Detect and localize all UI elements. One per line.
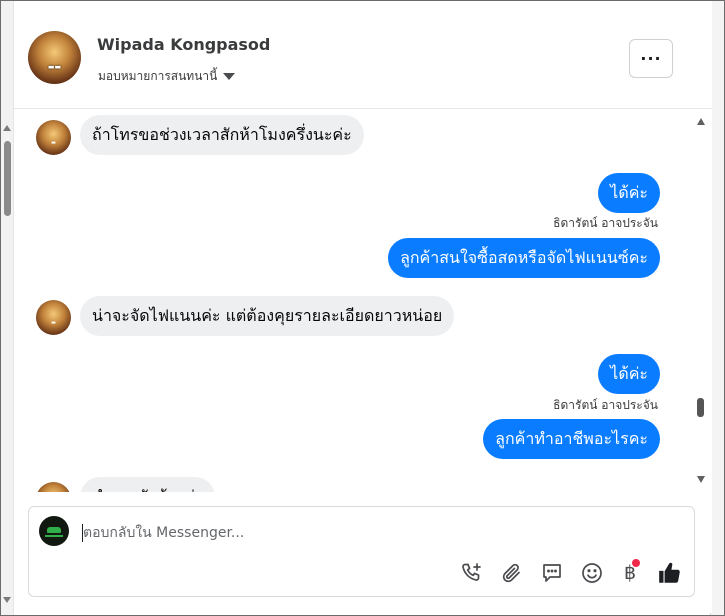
incoming-message[interactable]: ทำงานรับจ้างค่ะ	[80, 477, 216, 492]
scroll-up-arrow-icon[interactable]	[697, 118, 705, 125]
incoming-message[interactable]: ถ้าโทรขอช่วงเวลาสักห้าโมงครึ่งนะค่ะ	[80, 115, 364, 155]
avatar-stamp-graphic: ▬▬	[47, 63, 62, 71]
assign-conversation-dropdown[interactable]: มอบหมายการสนทนานี้	[98, 67, 236, 86]
contact-avatar[interactable]: ▬▬	[28, 31, 81, 84]
more-options-icon: ···	[640, 48, 662, 68]
notification-dot	[632, 559, 640, 567]
thread-scrollbar[interactable]	[694, 110, 708, 492]
incoming-message[interactable]: น่าจะจัดไฟแนนค่ะ แต่ต้องคุยรายละเอียดยาว…	[80, 296, 455, 336]
outer-scroll-thumb[interactable]	[4, 141, 11, 216]
contact-avatar-small: ▬	[36, 120, 71, 155]
paperclip-icon[interactable]	[499, 560, 525, 586]
page-avatar	[39, 516, 69, 546]
composer-toolbar: ฿	[459, 559, 685, 586]
sender-name: ธิดารัตน์ อาจประจัน	[553, 398, 658, 412]
messenger-window: ▬▬ Wipada Kongpasod มอบหมายการสนทนานี้ ·…	[0, 0, 725, 616]
saved-reply-icon[interactable]	[539, 560, 565, 586]
reply-input[interactable]	[83, 522, 643, 544]
assign-label: มอบหมายการสนทนานี้	[98, 69, 218, 83]
thread-scroll-thumb[interactable]	[697, 398, 704, 417]
outgoing-message[interactable]: ได้ค่ะ	[598, 173, 660, 213]
scroll-up-arrow-icon[interactable]	[3, 125, 11, 131]
phone-plus-icon[interactable]	[459, 560, 485, 586]
car-logo-icon	[47, 527, 61, 533]
contact-name[interactable]: Wipada Kongpasod	[97, 35, 270, 54]
contact-avatar-small: ▬	[36, 300, 71, 335]
right-edge	[710, 1, 724, 615]
emoji-icon[interactable]	[579, 560, 605, 586]
conversation-header: ▬▬ Wipada Kongpasod มอบหมายการสนทนานี้ ·…	[14, 1, 712, 109]
scroll-down-arrow-icon[interactable]	[697, 476, 705, 483]
thumbs-up-icon[interactable]	[657, 560, 683, 586]
outgoing-message[interactable]: ลูกค้าทำอาชีพอะไรคะ	[483, 419, 660, 459]
sender-name: ธิดารัตน์ อาจประจัน	[553, 216, 658, 230]
scroll-down-arrow-icon[interactable]	[3, 597, 11, 603]
message-thread: ▬ ถ้าโทรขอช่วงเวลาสักห้าโมงครึ่งนะค่ะ ได…	[14, 110, 712, 492]
conversation-panel: ▬▬ Wipada Kongpasod มอบหมายการสนทนานี้ ·…	[14, 1, 712, 613]
caret-down-icon	[223, 73, 236, 80]
more-options-button[interactable]: ···	[629, 39, 673, 78]
outgoing-message[interactable]: ลูกค้าสนใจซื้อสดหรือจัดไฟแนนซ์คะ	[388, 238, 660, 278]
baht-icon[interactable]: ฿	[617, 559, 643, 586]
reply-composer: ฿	[28, 506, 695, 597]
outgoing-message[interactable]: ได้ค่ะ	[598, 354, 660, 394]
outer-scrollbar[interactable]	[1, 1, 14, 615]
contact-avatar-small: ▬	[36, 482, 71, 492]
